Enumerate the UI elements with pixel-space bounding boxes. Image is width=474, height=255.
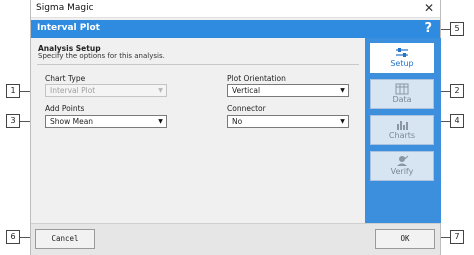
connector-label: Connector xyxy=(227,104,266,113)
chart-type-value: Interval Plot xyxy=(50,86,96,95)
dialog-header: Interval Plot ? xyxy=(31,20,440,38)
nav-label-charts: Charts xyxy=(388,131,416,140)
ok-button[interactable]: OK xyxy=(375,229,435,249)
nav-label-verify: Verify xyxy=(390,167,414,176)
section-description: Specify the options for this analysis. xyxy=(38,52,165,60)
divider xyxy=(37,64,359,65)
plot-orientation-value: Vertical xyxy=(232,86,261,95)
callout-3: 3 xyxy=(6,114,20,128)
callout-5: 5 xyxy=(450,22,464,36)
window-title: Sigma Magic xyxy=(36,3,94,13)
nav-item-verify[interactable]: Verify xyxy=(370,151,434,181)
plot-orientation-select[interactable]: Vertical ▼ xyxy=(227,84,349,97)
chart-type-label: Chart Type xyxy=(45,74,86,83)
chevron-down-icon[interactable]: ▼ xyxy=(156,117,165,126)
check-person-icon xyxy=(397,155,409,166)
chart-type-select: Interval Plot ▼ xyxy=(45,84,167,97)
nav-item-data[interactable]: Data xyxy=(370,79,434,109)
side-nav: Setup Data Charts Verify xyxy=(365,38,441,223)
bar-chart-icon xyxy=(397,121,408,130)
cancel-button[interactable]: Cancel xyxy=(35,229,95,249)
nav-item-setup[interactable]: Setup xyxy=(370,43,434,73)
dialog-window: Sigma Magic ✕ Interval Plot ? Analysis S… xyxy=(30,0,441,255)
title-bar: Sigma Magic ✕ xyxy=(31,0,440,18)
add-points-label: Add Points xyxy=(45,104,85,113)
callout-7: 7 xyxy=(450,230,464,244)
nav-item-charts[interactable]: Charts xyxy=(370,115,434,145)
callout-1: 1 xyxy=(6,84,20,98)
callout-4: 4 xyxy=(450,114,464,128)
chevron-down-icon[interactable]: ▼ xyxy=(338,117,347,126)
help-icon[interactable]: ? xyxy=(424,20,432,38)
plot-orientation-label: Plot Orientation xyxy=(227,74,286,83)
setup-panel: Analysis Setup Specify the options for t… xyxy=(31,38,365,223)
add-points-value: Show Mean xyxy=(50,117,94,126)
callout-2: 2 xyxy=(450,84,464,98)
button-bar: Cancel OK xyxy=(31,223,440,255)
nav-label-setup: Setup xyxy=(390,59,414,68)
nav-label-data: Data xyxy=(392,95,412,104)
add-points-select[interactable]: Show Mean ▼ xyxy=(45,115,167,128)
sliders-icon xyxy=(396,48,408,57)
close-icon[interactable]: ✕ xyxy=(424,1,434,15)
dialog-title: Interval Plot xyxy=(37,23,100,33)
connector-value: No xyxy=(232,117,243,126)
table-icon xyxy=(395,83,409,95)
chevron-down-icon[interactable]: ▼ xyxy=(338,86,347,95)
connector-select[interactable]: No ▼ xyxy=(227,115,349,128)
callout-6: 6 xyxy=(6,230,20,244)
chevron-down-icon: ▼ xyxy=(158,87,163,94)
